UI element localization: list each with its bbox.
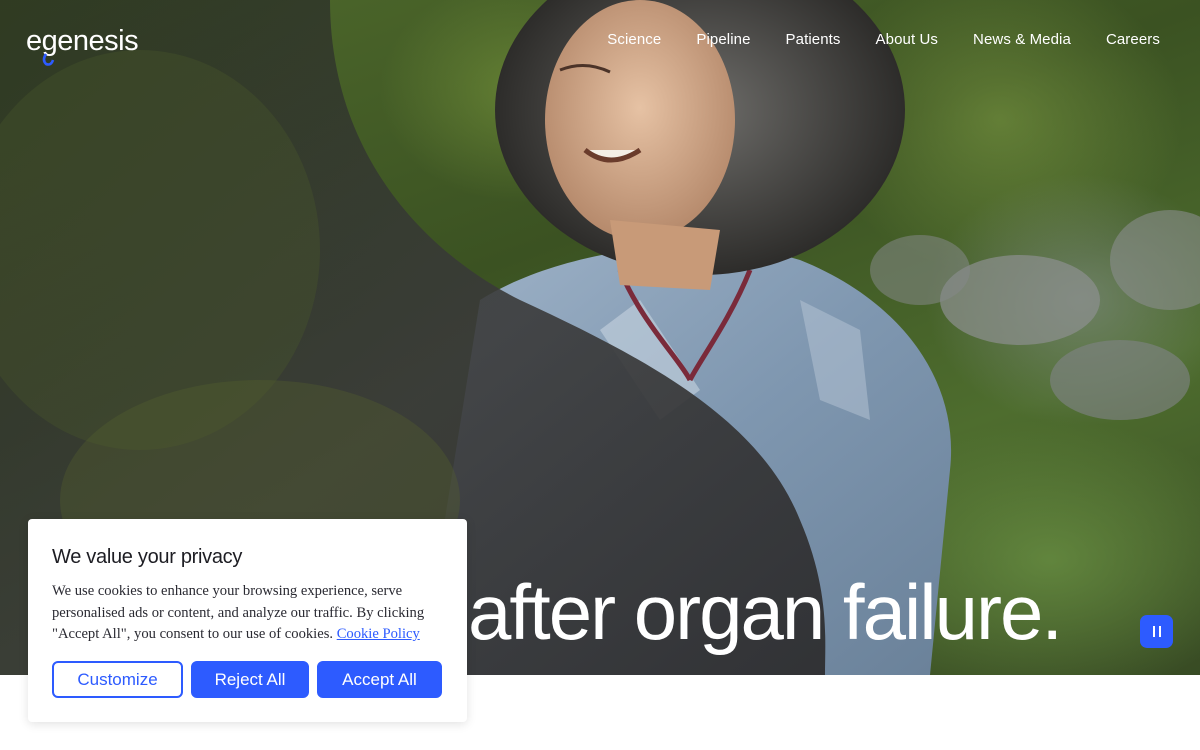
reject-all-button[interactable]: Reject All bbox=[191, 661, 309, 698]
cookie-title: We value your privacy bbox=[52, 546, 243, 568]
customize-button[interactable]: Customize bbox=[52, 661, 183, 698]
hero-headline: after organ failure. bbox=[468, 568, 1063, 656]
main-navigation: Science Pipeline Patients About Us News … bbox=[572, 31, 1160, 49]
cookie-policy-link[interactable]: Cookie Policy bbox=[337, 626, 420, 642]
accept-all-button[interactable]: Accept All bbox=[317, 661, 442, 698]
nav-science[interactable]: Science bbox=[607, 31, 661, 49]
video-pause-button[interactable] bbox=[1140, 615, 1173, 648]
pause-icon bbox=[1152, 626, 1155, 637]
cookie-consent-banner: We value your privacy We use cookies to … bbox=[28, 519, 467, 722]
nav-news-media[interactable]: News & Media bbox=[973, 31, 1071, 49]
nav-pipeline[interactable]: Pipeline bbox=[696, 31, 750, 49]
nav-careers[interactable]: Careers bbox=[1106, 31, 1160, 49]
pause-icon-bar bbox=[1158, 626, 1161, 637]
cookie-message: We use cookies to enhance your browsing … bbox=[52, 581, 444, 646]
nav-about-us[interactable]: About Us bbox=[876, 31, 939, 49]
egenesis-logo[interactable]: egenesis bbox=[26, 24, 158, 66]
svg-text:egenesis: egenesis bbox=[26, 25, 138, 57]
nav-patients[interactable]: Patients bbox=[786, 31, 841, 49]
cookie-actions: Customize Reject All Accept All bbox=[52, 661, 442, 698]
